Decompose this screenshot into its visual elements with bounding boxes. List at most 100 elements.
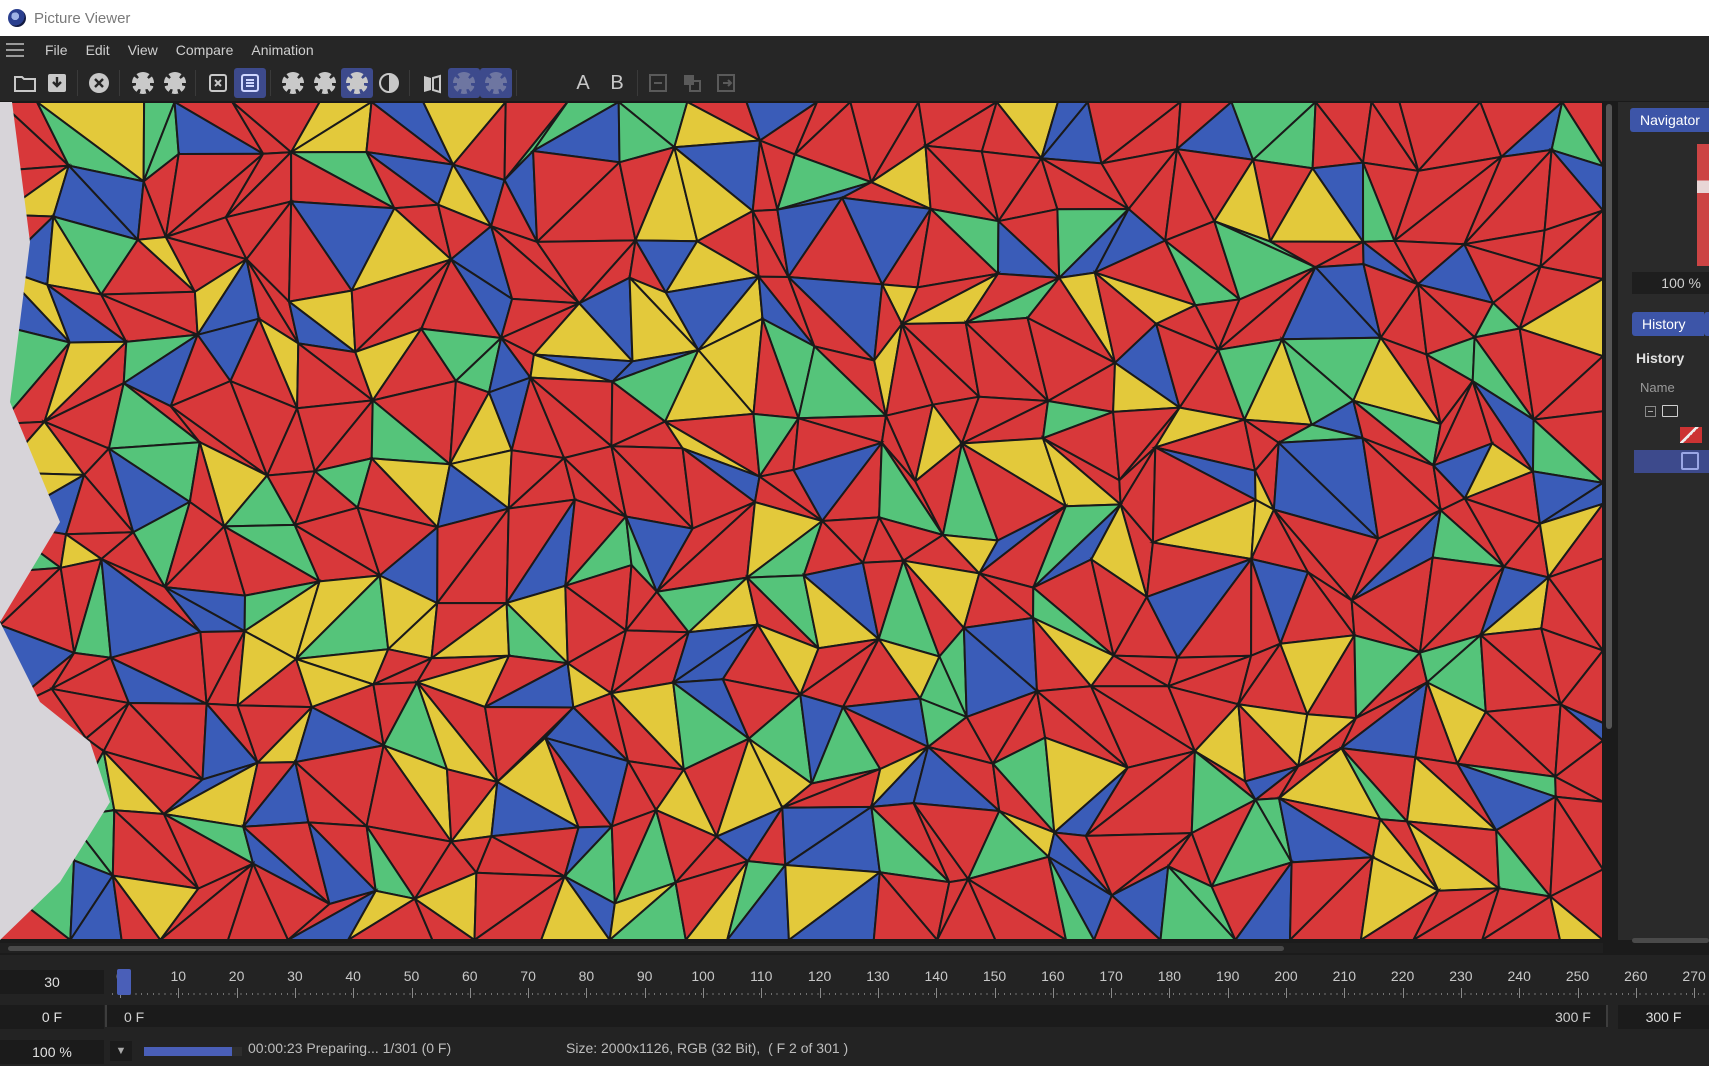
ruler-tick-label: 220 <box>1390 968 1415 984</box>
export-button[interactable] <box>710 68 742 98</box>
gear-icon <box>132 72 154 94</box>
ruler-major-tick <box>1286 988 1287 998</box>
tab-next[interactable] <box>1704 312 1709 336</box>
ruler-tick-label: 130 <box>866 968 890 984</box>
ruler-tick-label: 30 <box>287 968 303 984</box>
gear-icon <box>453 72 475 94</box>
compare-b-button[interactable]: B <box>601 68 633 98</box>
ruler-ticks <box>112 993 1709 995</box>
swap-button[interactable] <box>642 68 674 98</box>
start-frame-field[interactable]: 0 F <box>0 1005 104 1029</box>
overlay-button[interactable] <box>676 68 708 98</box>
ruler-major-tick <box>1052 988 1054 998</box>
compare-split-button[interactable] <box>416 68 448 98</box>
gear-icon <box>282 72 304 94</box>
compare-a-button[interactable]: A <box>567 68 599 98</box>
ruler-tick-label: 20 <box>228 968 245 984</box>
render-frame-button[interactable] <box>234 68 266 98</box>
ruler-tick-label: 210 <box>1332 968 1356 984</box>
menu-view[interactable]: View <box>119 42 167 58</box>
save-button[interactable] <box>41 68 73 98</box>
side-panel-scrollbar[interactable] <box>1632 938 1709 943</box>
current-frame-field[interactable]: 30 <box>0 970 104 994</box>
chevron-down-icon: ▼ <box>115 1045 127 1057</box>
render-region-button[interactable] <box>202 68 234 98</box>
close-circle-icon <box>89 73 109 93</box>
swap-icon <box>649 74 667 92</box>
rendered-image <box>0 102 1603 940</box>
folder-icon <box>14 76 36 92</box>
display-gear-2-button[interactable] <box>309 68 341 98</box>
toolbar: A B <box>0 64 1709 102</box>
ruler-major-tick <box>877 988 879 998</box>
gear-icon <box>485 72 507 94</box>
open-folder-button[interactable] <box>9 68 41 98</box>
navigator-thumbnail[interactable] <box>1697 144 1709 266</box>
zoom-dropdown-button[interactable]: ▼ <box>110 1041 132 1061</box>
vertical-scrollbar[interactable] <box>1606 104 1612 729</box>
ruler-major-tick <box>178 988 180 998</box>
render-options-button[interactable] <box>159 68 191 98</box>
ruler-tick-label: 70 <box>520 968 536 984</box>
ruler-major-tick <box>1577 988 1579 998</box>
ruler-tick-label: 260 <box>1624 968 1648 984</box>
image-thumbnail-icon[interactable] <box>1680 427 1702 443</box>
filmstrip-x-icon <box>209 74 227 92</box>
gear-icon <box>314 72 336 94</box>
ruler-tick-label: 60 <box>462 968 478 984</box>
render-progress-fill <box>144 1047 233 1056</box>
toolbar-separator <box>409 70 410 96</box>
toolbar-separator <box>195 70 196 96</box>
ruler-major-tick <box>528 988 530 998</box>
ruler-major-tick <box>1344 988 1346 998</box>
zoom-field[interactable]: 100 % <box>0 1040 104 1064</box>
ruler-major-tick <box>994 988 996 998</box>
contrast-button[interactable] <box>373 68 405 98</box>
timeline-ruler[interactable]: 0102030405060708090100110120130140150160… <box>112 960 1709 1000</box>
ruler-tick-label: 140 <box>924 968 948 984</box>
gear-icon <box>164 72 186 94</box>
tab-navigator[interactable]: Navigator <box>1630 108 1709 132</box>
ruler-major-tick <box>1111 988 1113 998</box>
history-column-name[interactable]: Name <box>1640 380 1675 395</box>
menu-animation[interactable]: Animation <box>242 42 322 58</box>
ruler-tick-label: 40 <box>345 968 361 984</box>
toolbar-separator <box>77 70 78 96</box>
ruler-major-tick <box>1169 988 1171 998</box>
collapse-icon[interactable] <box>1645 406 1656 417</box>
app-logo-icon <box>8 9 26 27</box>
menu-edit[interactable]: Edit <box>77 42 119 58</box>
ruler-tick-label: 10 <box>170 968 187 984</box>
image-viewport[interactable] <box>0 102 1603 940</box>
filmstrip-icon[interactable] <box>1681 452 1699 470</box>
horizontal-scrollbar[interactable] <box>8 946 1284 951</box>
ruler-tick-label: 90 <box>636 968 653 984</box>
ruler-major-tick <box>644 988 646 998</box>
menu-file[interactable]: File <box>36 42 77 58</box>
compare-gear-1-button[interactable] <box>448 68 480 98</box>
ruler-tick-label: 120 <box>807 968 832 984</box>
toolbar-separator <box>637 70 638 96</box>
navigator-zoom-field[interactable]: 100 % <box>1632 272 1709 294</box>
tab-history[interactable]: History <box>1632 312 1704 336</box>
render-settings-button[interactable] <box>127 68 159 98</box>
ruler-major-tick <box>469 988 471 998</box>
download-icon <box>48 74 66 92</box>
filmstrip-icon <box>241 74 259 92</box>
playhead[interactable] <box>117 969 131 995</box>
close-image-button[interactable] <box>83 68 115 98</box>
ruler-tick-label: 160 <box>1041 968 1065 984</box>
ruler-tick-label: 270 <box>1682 968 1706 984</box>
display-gear-3-button[interactable] <box>341 68 373 98</box>
frame-range-slider[interactable] <box>105 1005 1608 1027</box>
ruler-major-tick <box>411 988 413 998</box>
compare-gear-2-button[interactable] <box>480 68 512 98</box>
ruler-tick-label: 110 <box>750 968 773 984</box>
ruler-major-tick <box>1635 988 1637 998</box>
ruler-major-tick <box>936 988 938 998</box>
menu-compare[interactable]: Compare <box>167 42 243 58</box>
display-gear-1-button[interactable] <box>277 68 309 98</box>
end-frame-field[interactable]: 300 F <box>1618 1005 1709 1029</box>
ruler-major-tick <box>586 988 588 998</box>
hamburger-menu-icon[interactable] <box>6 43 24 57</box>
